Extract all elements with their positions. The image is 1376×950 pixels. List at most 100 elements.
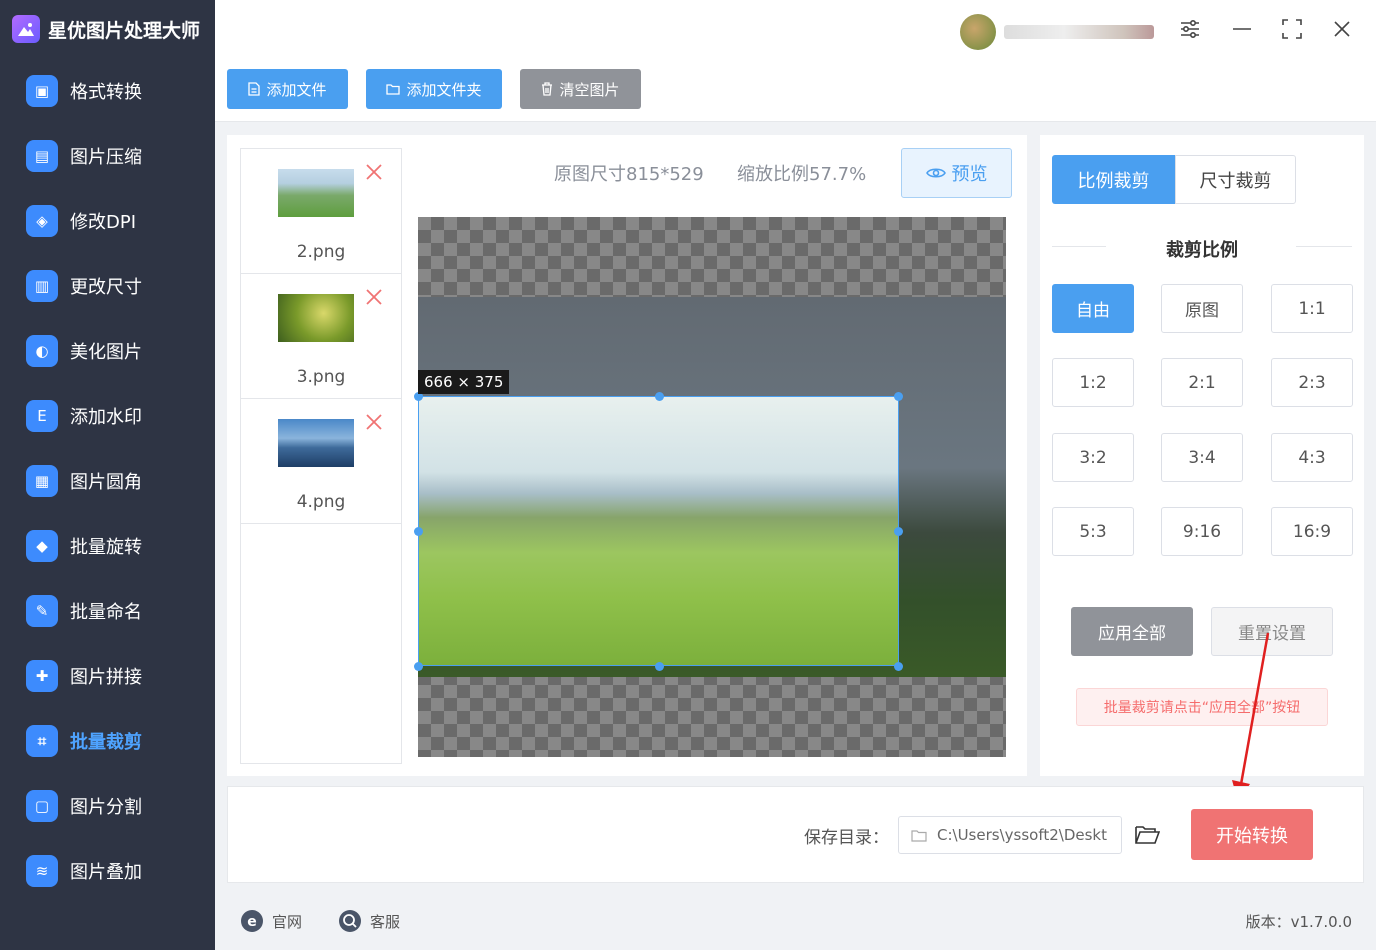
sidebar-item-1[interactable]: ▣ 格式转换: [0, 58, 215, 123]
apply-all-button[interactable]: 应用全部: [1071, 607, 1193, 656]
user-area[interactable]: [960, 14, 1154, 50]
split-icon: ▢: [26, 789, 58, 822]
sidebar-item-5[interactable]: ◐ 美化图片: [0, 318, 215, 383]
ratio-button[interactable]: 2:1: [1161, 358, 1243, 407]
sidebar-item-9[interactable]: ✎ 批量命名: [0, 578, 215, 643]
annotation-arrow: [1232, 632, 1270, 802]
hint-text: 批量裁剪请点击“应用全部”按钮: [1076, 688, 1328, 726]
trash-icon: [542, 82, 553, 96]
thumbnail-image: [278, 419, 354, 467]
layers-icon: ≋: [26, 854, 58, 887]
sidebar-item-3[interactable]: ◈ 修改DPI: [0, 188, 215, 253]
crop-handle[interactable]: [414, 662, 423, 671]
resize-icon: ▥: [26, 269, 58, 302]
sidebar-nav: ▣ 格式转换 ▤ 图片压缩 ◈ 修改DPI ▥ 更改尺寸 ◐ 美化图片 E 添加水印 ▦ 图片圆角 ◆ 批量旋…: [0, 58, 215, 903]
sidebar-item-label: 图片分割: [70, 796, 142, 818]
sidebar-item-label: 修改DPI: [70, 211, 137, 233]
maximize-icon[interactable]: [1279, 16, 1305, 42]
rotate-icon: ◆: [26, 529, 58, 562]
crop-handle[interactable]: [655, 392, 664, 401]
watermark-icon: E: [26, 399, 58, 432]
list-item[interactable]: 4.png: [241, 399, 401, 524]
editor-panel: 2.png 3.png 4.png 原图尺寸815*529 缩放比例57.7% …: [227, 135, 1027, 776]
sidebar-item-6[interactable]: E 添加水印: [0, 383, 215, 448]
sidebar-item-13[interactable]: ≋ 图片叠加: [0, 838, 215, 903]
sidebar-item-4[interactable]: ▥ 更改尺寸: [0, 253, 215, 318]
close-icon[interactable]: [1329, 16, 1355, 42]
add-folder-label: 添加文件夹: [406, 80, 482, 99]
sidebar-item-2[interactable]: ▤ 图片压缩: [0, 123, 215, 188]
toolbar: 添加文件 添加文件夹 清空图片: [215, 58, 1376, 122]
ratio-button[interactable]: 4:3: [1271, 433, 1353, 482]
divider: [1296, 246, 1352, 247]
avatar[interactable]: [960, 14, 996, 50]
delete-icon[interactable]: [365, 413, 383, 431]
open-folder-icon[interactable]: [1134, 823, 1160, 845]
website-link[interactable]: e 官网: [240, 909, 302, 933]
delete-icon[interactable]: [365, 163, 383, 181]
sidebar-item-label: 更改尺寸: [70, 276, 142, 298]
start-convert-button[interactable]: 开始转换: [1191, 809, 1313, 860]
ratio-button[interactable]: 3:4: [1161, 433, 1243, 482]
sidebar-item-8[interactable]: ◆ 批量旋转: [0, 513, 215, 578]
delete-icon[interactable]: [365, 288, 383, 306]
ratio-button[interactable]: 5:3: [1052, 507, 1134, 556]
ratio-button[interactable]: 16:9: [1271, 507, 1353, 556]
sidebar-item-label: 图片压缩: [70, 146, 142, 168]
settings-sliders-icon[interactable]: [1177, 16, 1203, 42]
round-corner-icon: ▦: [26, 464, 58, 497]
clear-images-button[interactable]: 清空图片: [520, 69, 641, 109]
file-name: 3.png: [296, 367, 346, 387]
crop-size-label: 666 × 375: [418, 370, 510, 394]
folder-icon: [386, 84, 401, 95]
sidebar-item-7[interactable]: ▦ 图片圆角: [0, 448, 215, 513]
list-item[interactable]: 3.png: [241, 274, 401, 399]
sidebar-item-10[interactable]: ✚ 图片拼接: [0, 643, 215, 708]
save-path-input[interactable]: C:\Users\yssoft2\Deskt: [898, 816, 1122, 854]
crop-handle[interactable]: [414, 527, 423, 536]
ratio-button[interactable]: 原图: [1161, 284, 1243, 333]
ratio-button[interactable]: 1:2: [1052, 358, 1134, 407]
tab-ratio-crop[interactable]: 比例裁剪: [1052, 155, 1175, 204]
compress-icon: ▤: [26, 139, 58, 172]
tab-size-crop[interactable]: 尺寸裁剪: [1175, 155, 1296, 204]
image-convert-icon: ▣: [26, 74, 58, 107]
crop-selection[interactable]: [418, 396, 899, 666]
ratio-button[interactable]: 3:2: [1052, 433, 1134, 482]
crop-canvas[interactable]: 666 × 375: [414, 217, 1006, 757]
crop-handle[interactable]: [894, 662, 903, 671]
sidebar-item-label: 格式转换: [70, 81, 142, 103]
save-path-value: C:\Users\yssoft2\Deskt: [937, 826, 1107, 844]
original-size-text: 原图尺寸815*529: [554, 164, 704, 185]
service-link[interactable]: 客服: [338, 909, 400, 933]
ie-icon: e: [241, 910, 263, 932]
save-dir-label: 保存目录：: [804, 828, 889, 848]
thumbnail-image: [278, 294, 354, 342]
crop-icon: ⌗: [26, 724, 58, 757]
ratio-button[interactable]: 9:16: [1161, 507, 1243, 556]
footer: e 官网 客服 版本：v1.7.0.0: [215, 893, 1376, 950]
list-item[interactable]: 2.png: [241, 149, 401, 274]
zoom-ratio-text: 缩放比例57.7%: [737, 164, 867, 185]
sidebar-item-label: 批量旋转: [70, 536, 142, 558]
sidebar-item-label: 批量裁剪: [70, 731, 142, 753]
file-name: 2.png: [296, 242, 346, 262]
ratio-button[interactable]: 2:3: [1271, 358, 1353, 407]
preview-button[interactable]: 预览: [901, 148, 1012, 198]
clear-images-label: 清空图片: [559, 80, 620, 99]
crop-handle[interactable]: [894, 527, 903, 536]
ratio-button[interactable]: 1:1: [1271, 284, 1353, 333]
app-title: 星优图片处理大师: [48, 19, 201, 42]
app-header: 星优图片处理大师: [0, 0, 215, 58]
add-file-label: 添加文件: [266, 80, 327, 99]
add-file-button[interactable]: 添加文件: [227, 69, 348, 109]
preview-label: 预览: [951, 164, 988, 185]
add-folder-button[interactable]: 添加文件夹: [366, 69, 502, 109]
sidebar-item-11[interactable]: ⌗ 批量裁剪: [0, 708, 215, 773]
minimize-icon[interactable]: [1229, 16, 1255, 42]
output-panel: 保存目录： C:\Users\yssoft2\Deskt 开始转换: [227, 786, 1364, 883]
ratio-button[interactable]: 自由: [1052, 284, 1134, 333]
crop-handle[interactable]: [894, 392, 903, 401]
crop-handle[interactable]: [655, 662, 664, 671]
sidebar-item-12[interactable]: ▢ 图片分割: [0, 773, 215, 838]
